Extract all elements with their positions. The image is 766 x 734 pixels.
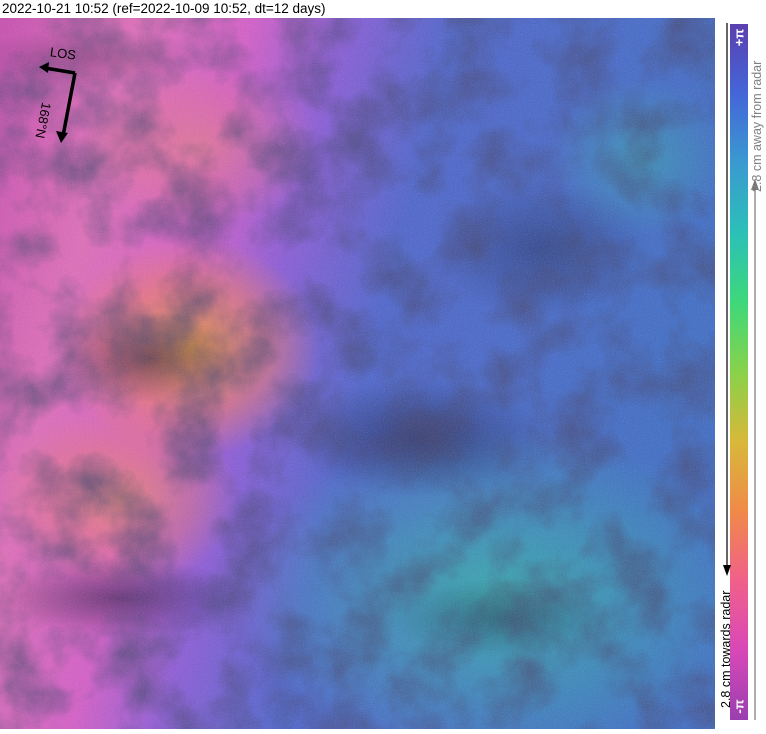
- heading-arrow-icon: [56, 131, 68, 143]
- interferogram-map: LOS 168°N: [0, 18, 760, 734]
- away-radar-label: 2.8 cm away from radar: [750, 60, 764, 192]
- towards-radar-label: 2.8 cm towards radar: [719, 590, 733, 708]
- los-arrow-icon: [39, 62, 49, 73]
- towards-arrow-icon: [723, 565, 731, 576]
- figure-title: 2022-10-21 10:52 (ref=2022-10-09 10:52, …: [2, 1, 326, 16]
